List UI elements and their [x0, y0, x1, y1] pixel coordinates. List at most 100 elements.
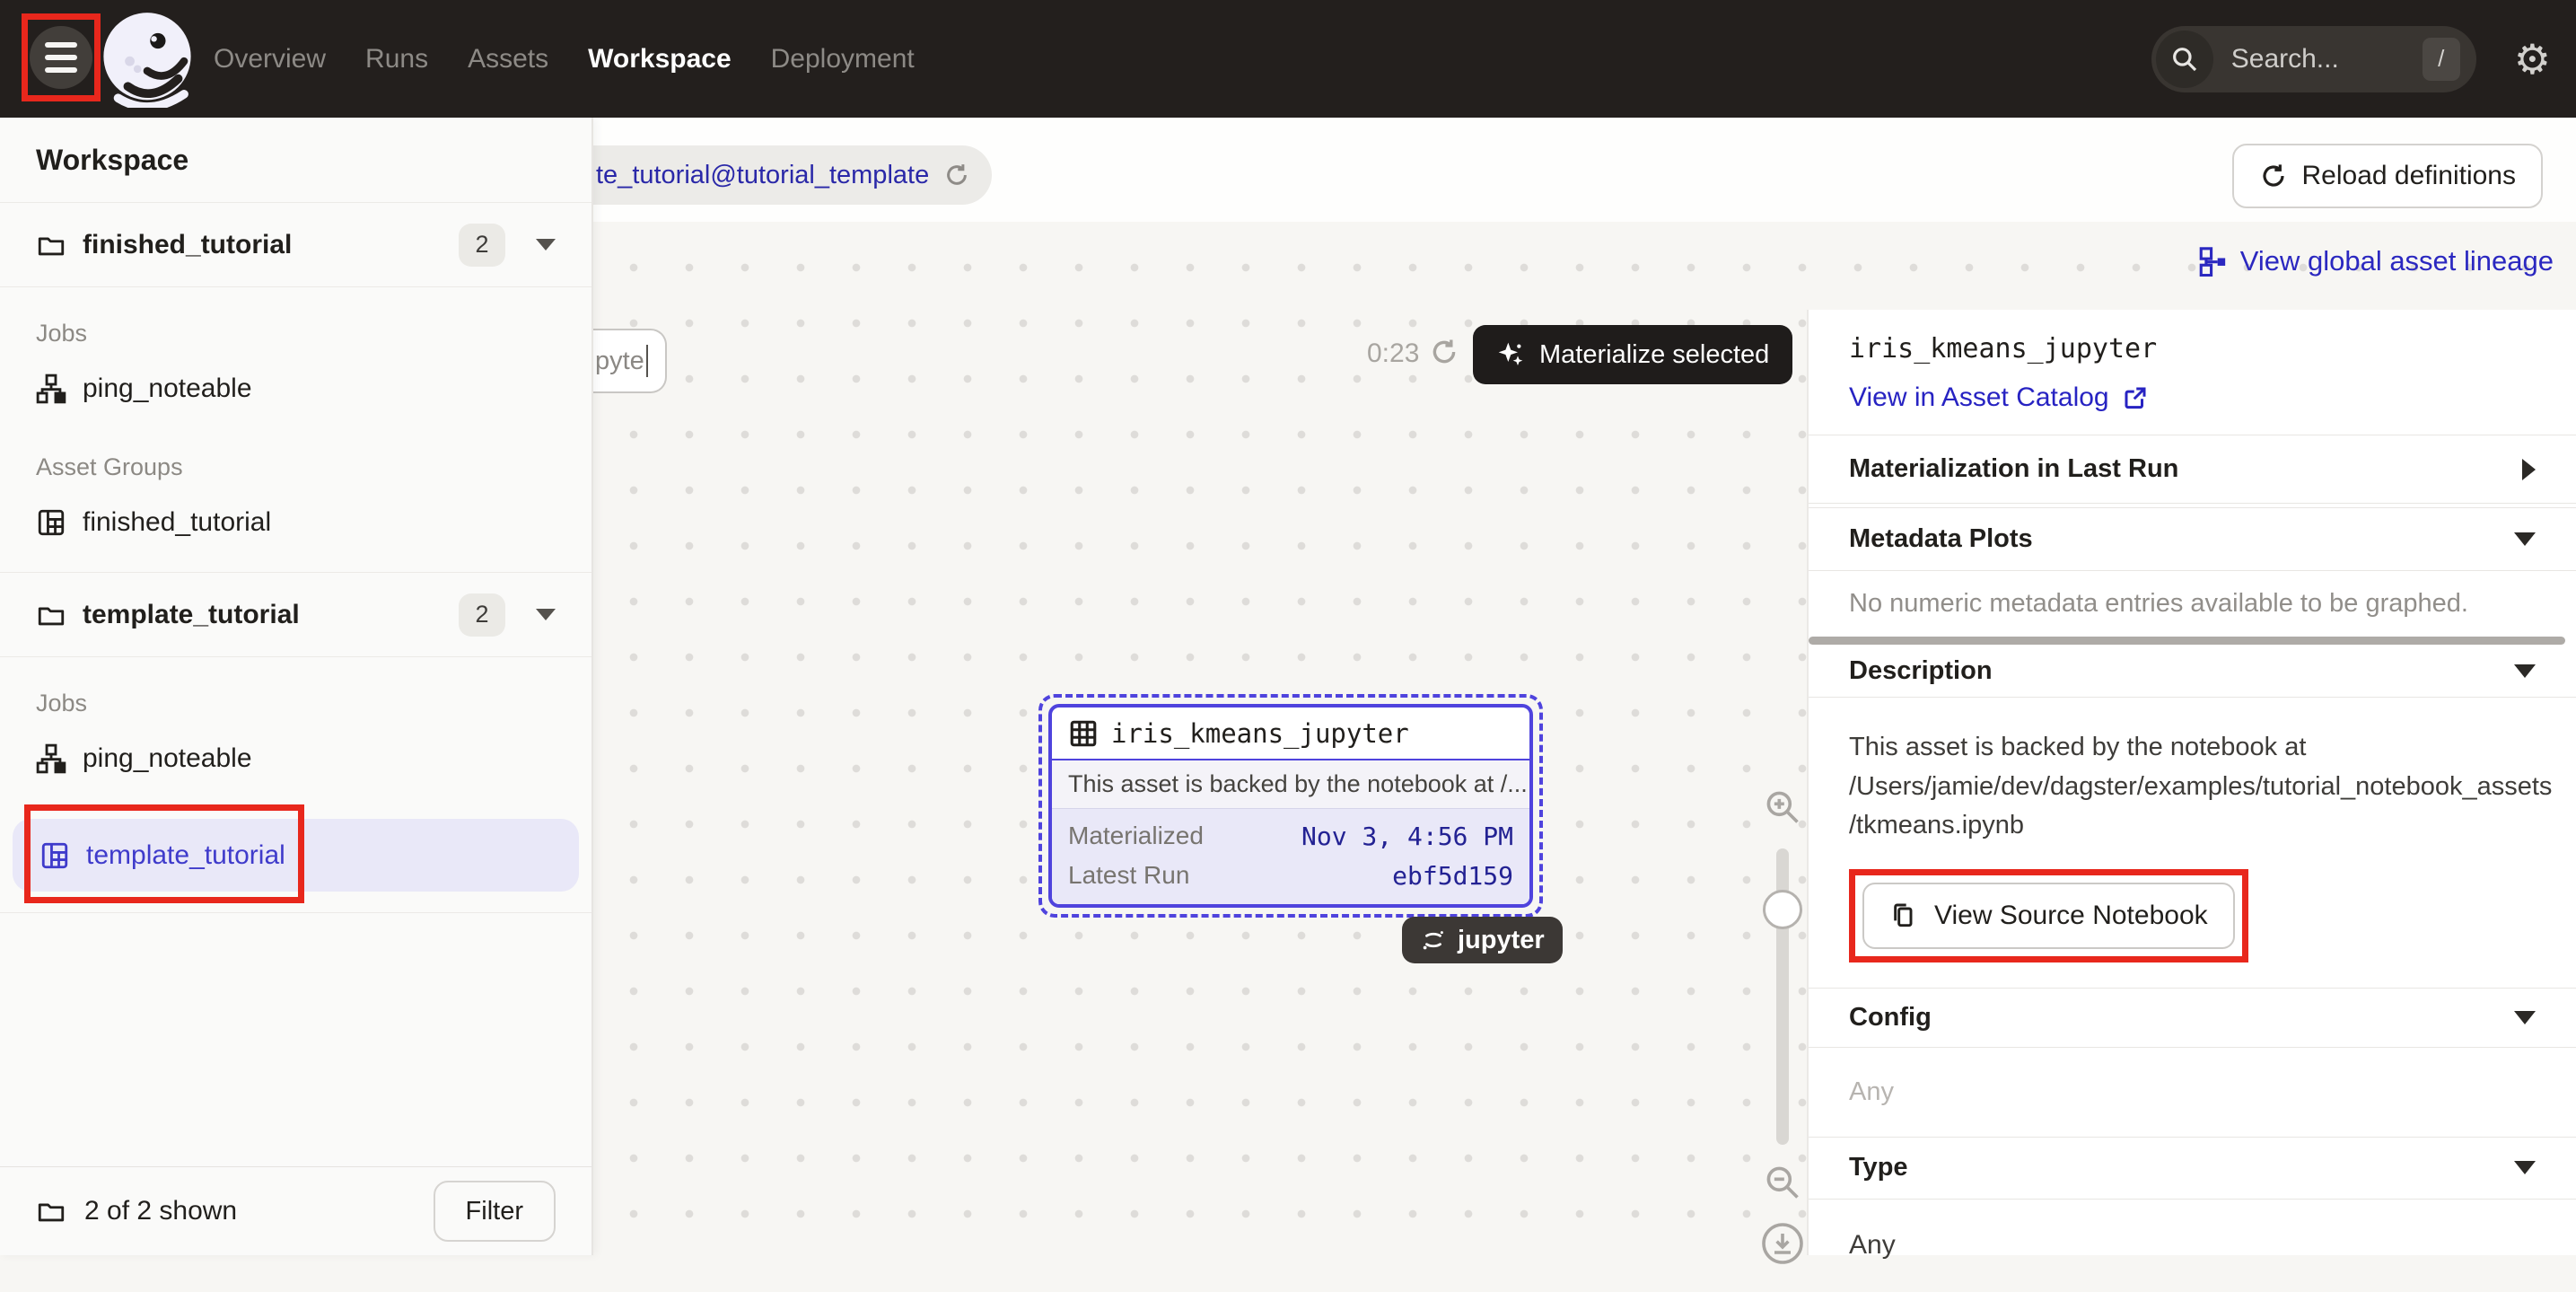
section-label: Materialization in Last Run: [1849, 454, 2178, 484]
view-global-asset-lineage-link[interactable]: View global asset lineage: [2197, 245, 2554, 277]
external-link-icon: [2122, 384, 2149, 411]
repo-count-badge: 2: [459, 593, 505, 637]
section-label: Config: [1849, 1003, 1932, 1033]
nav-item-deployment[interactable]: Deployment: [771, 44, 915, 75]
chevron-down-icon[interactable]: [536, 239, 556, 250]
section-label: Type: [1849, 1153, 1908, 1182]
jupyter-kind-label: jupyter: [1458, 926, 1545, 955]
materialized-label: Materialized: [1068, 822, 1204, 850]
refresh-icon[interactable]: [943, 162, 970, 189]
section-materialization-in-last-run[interactable]: Materialization in Last Run: [1809, 435, 2576, 503]
graph-query-input[interactable]: pyte: [593, 329, 667, 393]
section-metadata-plots[interactable]: Metadata Plots: [1809, 507, 2576, 570]
top-nav: Overview Runs Assets Workspace Deploymen…: [0, 0, 2576, 118]
search-icon: [2156, 31, 2213, 88]
latest-run-label: Latest Run: [1068, 861, 1189, 890]
asset-details-panel: iris_kmeans_jupyter View in Asset Catalo…: [1807, 310, 2576, 1255]
filter-button[interactable]: Filter: [434, 1181, 556, 1242]
materialize-selected-label: Materialize selected: [1539, 340, 1769, 370]
horizontal-scrollbar[interactable]: [1809, 637, 2565, 645]
download-view-icon[interactable]: [1761, 1222, 1804, 1265]
text-cursor: [646, 345, 648, 377]
section-label: Metadata Plots: [1849, 524, 2033, 554]
search-input[interactable]: Search... /: [2151, 26, 2476, 92]
nav-item-overview[interactable]: Overview: [214, 44, 326, 75]
repo-row-finished-tutorial[interactable]: finished_tutorial 2: [0, 203, 591, 287]
job-icon: [36, 374, 66, 404]
folder-icon: [36, 1196, 66, 1226]
section-config[interactable]: Config: [1809, 988, 2576, 1047]
view-source-notebook-button[interactable]: View Source Notebook: [1862, 883, 2235, 949]
sidebar-footer: 2 of 2 shown Filter: [0, 1166, 591, 1255]
reload-definitions-label: Reload definitions: [2302, 161, 2517, 191]
panel-asset-title: iris_kmeans_jupyter: [1849, 333, 2536, 365]
chevron-down-icon: [2514, 664, 2536, 678]
zoom-in-icon[interactable]: [1763, 787, 1802, 827]
search-placeholder: Search...: [2231, 44, 2405, 75]
metadata-empty-message: No numeric metadata entries available to…: [1809, 570, 2576, 637]
nav-right: Search... / ⚙: [2151, 0, 2551, 118]
nav-item-runs[interactable]: Runs: [365, 44, 428, 75]
workspace-sidebar: Workspace finished_tutorial 2 Jobs ping_…: [0, 118, 593, 1255]
chevron-down-icon: [2514, 1161, 2536, 1174]
asset-node-selected[interactable]: iris_kmeans_jupyter This asset is backed…: [1038, 694, 1543, 918]
lineage-icon: [2197, 246, 2228, 277]
asset-node-name: iris_kmeans_jupyter: [1111, 718, 1409, 749]
nav-item-assets[interactable]: Assets: [468, 44, 548, 75]
nav-item-workspace[interactable]: Workspace: [588, 44, 732, 75]
description-text: This asset is backed by the notebook at …: [1849, 728, 2558, 846]
zoom-slider[interactable]: [1776, 848, 1789, 1145]
folder-icon: [36, 230, 66, 260]
asset-groups-section-label: Asset Groups: [0, 453, 591, 481]
asset-node-card[interactable]: iris_kmeans_jupyter This asset is backed…: [1048, 704, 1533, 908]
annotation-box-view-source: View Source Notebook: [1849, 869, 2248, 962]
job-icon: [36, 743, 66, 774]
sidebar-item-group-finished-tutorial[interactable]: finished_tutorial: [0, 494, 591, 573]
repo-row-template-tutorial[interactable]: template_tutorial 2: [0, 573, 591, 657]
hamburger-menu-button[interactable]: [30, 26, 92, 89]
section-description[interactable]: Description: [1809, 645, 2576, 697]
materialize-selected-button[interactable]: Materialize selected: [1473, 325, 1792, 384]
chevron-down-icon[interactable]: [536, 609, 556, 620]
materialized-row: Materialized Nov 3, 4:56 PM: [1068, 816, 1513, 856]
annotation-box-template-tutorial: [24, 804, 304, 903]
repo-name: template_tutorial: [83, 600, 442, 630]
jobs-section-label: Jobs: [0, 320, 591, 347]
view-global-asset-lineage-label: View global asset lineage: [2240, 245, 2554, 277]
sidebar-title: Workspace: [0, 118, 591, 203]
main-top-strip: te_tutorial@tutorial_template Reload def…: [593, 118, 2576, 222]
config-value: Any: [1809, 1047, 2576, 1137]
zoom-out-icon[interactable]: [1763, 1163, 1802, 1202]
annotation-box-hamburger: [22, 13, 101, 101]
description-body: This asset is backed by the notebook at …: [1809, 698, 2576, 962]
materialized-value[interactable]: Nov 3, 4:56 PM: [1301, 822, 1513, 851]
sidebar-item-job-ping-noteable[interactable]: ping_noteable: [0, 360, 591, 417]
latest-run-row: Latest Run ebf5d159: [1068, 856, 1513, 895]
asset-group-icon: [36, 507, 66, 538]
job-name: ping_noteable: [83, 374, 252, 404]
section-type[interactable]: Type: [1809, 1137, 2576, 1199]
repo-name: finished_tutorial: [83, 230, 442, 260]
notebook-copy-icon: [1889, 901, 1918, 930]
latest-run-value[interactable]: ebf5d159: [1392, 861, 1513, 891]
refresh-icon: [2259, 162, 2288, 190]
chevron-down-icon: [2514, 532, 2536, 546]
gear-icon[interactable]: ⚙: [2514, 39, 2551, 80]
asset-node-description: This asset is backed by the notebook at …: [1052, 759, 1529, 808]
zoom-slider-handle[interactable]: [1763, 890, 1802, 929]
definitions-tag[interactable]: te_tutorial@tutorial_template: [556, 145, 992, 205]
repo-count-badge: 2: [459, 224, 505, 267]
asset-group-name: finished_tutorial: [83, 507, 271, 538]
graph-query-value: pyte: [595, 347, 644, 376]
zoom-toolbar: [1756, 787, 1809, 1265]
folder-icon: [36, 600, 66, 630]
reload-definitions-button[interactable]: Reload definitions: [2232, 144, 2544, 208]
chevron-right-icon: [2522, 459, 2536, 480]
definitions-tag-label: te_tutorial@tutorial_template: [596, 161, 929, 190]
section-label: Description: [1849, 656, 1993, 686]
refresh-icon[interactable]: [1429, 337, 1459, 367]
sidebar-item-job-ping-noteable[interactable]: ping_noteable: [0, 730, 591, 787]
view-in-asset-catalog-link[interactable]: View in Asset Catalog: [1849, 382, 2149, 413]
view-source-notebook-label: View Source Notebook: [1934, 901, 2208, 931]
jupyter-kind-tag[interactable]: jupyter: [1402, 917, 1563, 963]
